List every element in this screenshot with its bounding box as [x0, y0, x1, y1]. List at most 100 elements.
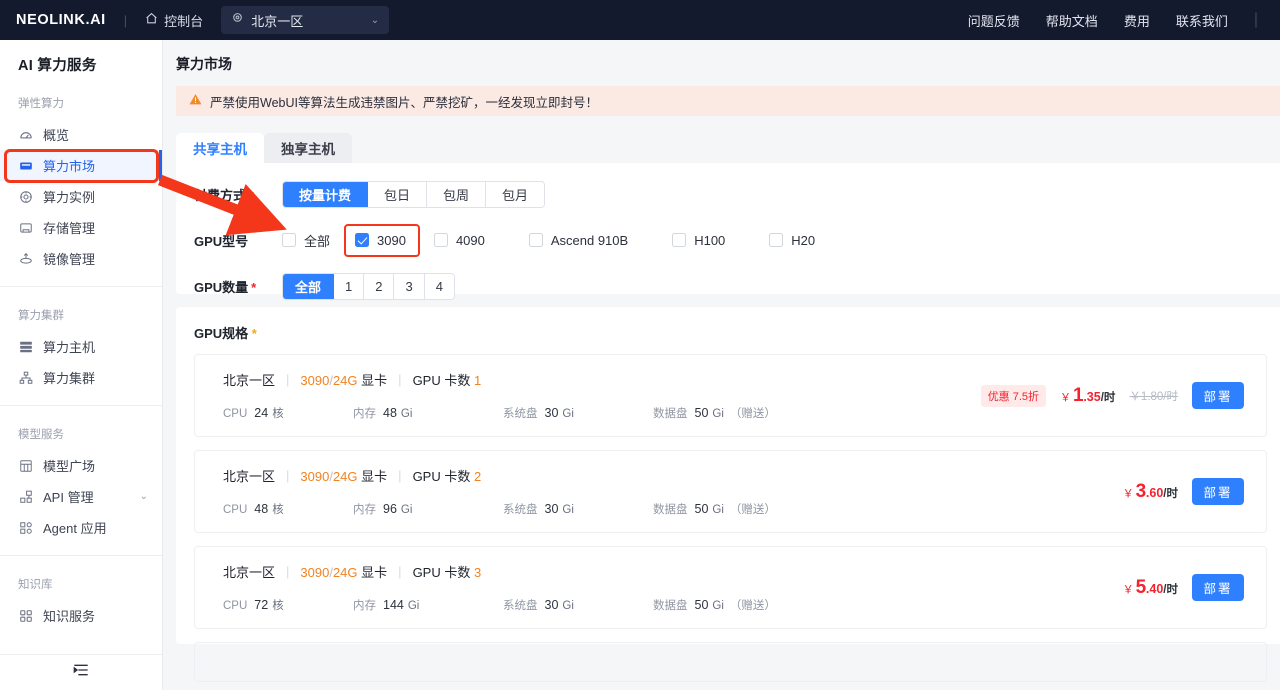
sidebar-item-overview[interactable]: 概览 — [0, 119, 162, 150]
card-cpu: CPU72核 — [223, 597, 353, 613]
card-header-row: 北京一区 | 3090/24G 显卡 | GPU 卡数 2 — [223, 466, 1123, 485]
sidebar-item-images[interactable]: 镜像管理 — [0, 243, 162, 274]
card-region: 北京一区 — [223, 466, 275, 485]
gpu-count-option-all[interactable]: 全部 — [283, 274, 334, 299]
gpu-model-label: GPU型号 — [194, 231, 282, 250]
cpu-value: 72 — [254, 598, 268, 612]
sysdisk-value: 30 — [545, 598, 559, 612]
price-unit: /时 — [1101, 389, 1116, 405]
gpu-checkbox-3090[interactable]: 3090 — [355, 233, 406, 248]
billing-option-monthly[interactable]: 包月 — [486, 182, 544, 207]
memory-value: 96 — [383, 502, 397, 516]
required-asterisk: * — [248, 326, 257, 341]
gpu-checkbox-h100[interactable]: H100 — [672, 233, 725, 248]
gpu-count-option-3[interactable]: 3 — [394, 274, 424, 299]
sysdisk-unit: Gi — [562, 504, 574, 516]
filter-row-gpu-model: GPU型号 全部 3090 4090 A — [194, 227, 1280, 253]
cpu-unit: 核 — [272, 408, 284, 420]
gpu-count-option-4[interactable]: 4 — [425, 274, 454, 299]
deploy-button[interactable]: 部署 — [1192, 574, 1244, 601]
tab-dedicated-host[interactable]: 独享主机 — [264, 133, 352, 163]
gpu-spec-card[interactable]: 北京一区 | 3090/24G 显卡 | GPU 卡数 3 CPU72核 内存1… — [194, 546, 1267, 629]
billing-option-weekly[interactable]: 包周 — [427, 182, 486, 207]
gpu-spec-card[interactable]: 北京一区 | 3090/24G 显卡 | GPU 卡数 2 CPU48核 内存9… — [194, 450, 1267, 533]
chevron-down-icon[interactable]: ⌄ — [140, 491, 148, 502]
gpu-count-option-2[interactable]: 2 — [364, 274, 394, 299]
separator: | — [286, 564, 289, 579]
sidebar-item-label: 算力市场 — [43, 156, 95, 175]
sidebar-item-instances[interactable]: 算力实例 — [0, 181, 162, 212]
disk-icon — [18, 220, 33, 235]
gpu-checkbox-all[interactable]: 全部 — [282, 231, 330, 250]
gpu-checkbox-ascend910b[interactable]: Ascend 910B — [529, 233, 628, 248]
gpu-spec-card[interactable]: 北京一区 | 3090/24G 显卡 | GPU 卡数 1 CPU24核 内存4… — [194, 354, 1267, 437]
card-region: 北京一区 — [223, 370, 275, 389]
billing-option-daily[interactable]: 包日 — [368, 182, 427, 207]
card-detail-row: CPU72核 内存144Gi 系统盘30Gi 数据盘50Gi（赠送） — [223, 597, 1123, 613]
tab-shared-host[interactable]: 共享主机 — [176, 133, 264, 163]
deploy-button[interactable]: 部署 — [1192, 478, 1244, 505]
gpu-spec-card[interactable] — [194, 642, 1267, 682]
datadisk-value: 50 — [695, 406, 709, 420]
collapse-icon[interactable] — [73, 663, 89, 682]
checkbox-box[interactable] — [529, 233, 543, 247]
required-asterisk: * — [249, 188, 254, 203]
nav-docs[interactable]: 帮助文档 — [1046, 11, 1098, 30]
gpu-model-checkbox-group: 全部 3090 4090 Ascend 910B — [282, 224, 815, 257]
datadisk-gift: （赠送） — [730, 504, 776, 516]
cube-icon — [18, 189, 33, 204]
sidebar-item-host[interactable]: 算力主机 — [0, 331, 162, 362]
deploy-button[interactable]: 部署 — [1192, 382, 1244, 409]
console-link[interactable]: 控制台 — [145, 11, 203, 30]
gpu-checkbox-h20[interactable]: H20 — [769, 233, 815, 248]
checkbox-box[interactable] — [769, 233, 783, 247]
checkbox-box[interactable] — [282, 233, 296, 247]
sidebar-item-storage[interactable]: 存储管理 — [0, 212, 162, 243]
brand-logo[interactable]: NEOLINK.AI — [16, 12, 106, 28]
checkbox-box[interactable] — [434, 233, 448, 247]
checkbox-box-checked[interactable] — [355, 233, 369, 247]
datadisk-gift: （赠送） — [730, 600, 776, 612]
sidebar-item-agent[interactable]: Agent 应用 — [0, 512, 162, 543]
main-content: 算力市场 严禁使用WebUI等算法生成违禁图片、严禁挖矿，一经发现立即封号！ 共… — [163, 40, 1280, 690]
card-count-value: 3 — [474, 565, 481, 580]
discount-badge: 优惠 7.5折 — [981, 385, 1046, 407]
checkbox-box[interactable] — [672, 233, 686, 247]
grid-icon — [18, 458, 33, 473]
sidebar-item-knowledge[interactable]: 知识服务 — [0, 600, 162, 631]
host-type-tabs: 共享主机 独享主机 — [176, 133, 1280, 163]
sysdisk-label: 系统盘 — [503, 504, 538, 516]
api-icon — [18, 489, 33, 504]
sidebar-item-label: 存储管理 — [43, 218, 95, 237]
region-selector[interactable]: 北京一区 ⌄ — [221, 6, 389, 34]
card-count-label: GPU 卡数 — [413, 373, 471, 388]
sidebar-item-label: 算力实例 — [43, 187, 95, 206]
server-icon — [18, 339, 33, 354]
card-gpu-suffix: 显卡 — [361, 373, 387, 388]
gpu-count-option-1[interactable]: 1 — [334, 274, 364, 299]
gpu-spec-title: GPU规格 * — [194, 323, 1280, 342]
billing-option-ondemand[interactable]: 按量计费 — [283, 182, 368, 207]
card-count-value: 1 — [474, 373, 481, 388]
nav-feedback[interactable]: 问题反馈 — [968, 11, 1020, 30]
separator: | — [398, 564, 401, 579]
gpu-checkbox-label: Ascend 910B — [551, 233, 628, 248]
nav-billing[interactable]: 费用 — [1124, 11, 1150, 30]
card-price: ￥3.60/时 — [1123, 481, 1178, 503]
sidebar-item-cluster[interactable]: 算力集群 — [0, 362, 162, 393]
card-data-disk: 数据盘50Gi（赠送） — [653, 405, 853, 421]
card-price: ￥5.40/时 — [1123, 577, 1178, 599]
sysdisk-label: 系统盘 — [503, 408, 538, 420]
sidebar-collapse-bar[interactable] — [0, 654, 162, 690]
card-gpu-vram: 24G — [333, 469, 358, 484]
sidebar-item-api[interactable]: API 管理 ⌄ — [0, 481, 162, 512]
card-info: 北京一区 | 3090/24G 显卡 | GPU 卡数 3 CPU72核 内存1… — [195, 562, 1123, 613]
warning-banner-text: 严禁使用WebUI等算法生成违禁图片、严禁挖矿，一经发现立即封号！ — [210, 92, 598, 111]
sidebar-item-model-plaza[interactable]: 模型广场 — [0, 450, 162, 481]
brand-logo-text: NEOLINK.AI — [16, 12, 106, 28]
sidebar-item-market[interactable]: 算力市场 — [0, 150, 162, 181]
nav-contact[interactable]: 联系我们 — [1176, 11, 1228, 30]
card-detail-row: CPU48核 内存96Gi 系统盘30Gi 数据盘50Gi（赠送） — [223, 501, 1123, 517]
gpu-checkbox-4090[interactable]: 4090 — [434, 233, 485, 248]
gpu-checkbox-3090-highlight: 3090 — [344, 224, 420, 257]
